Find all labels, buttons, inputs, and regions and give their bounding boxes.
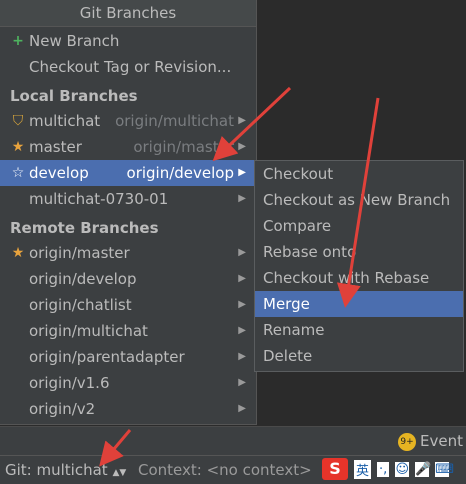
- submenu-arrow-icon: ▶: [238, 141, 246, 152]
- remote-branch-origin-master[interactable]: ★ origin/master ▶: [0, 240, 256, 266]
- branch-label: master: [29, 138, 82, 156]
- checkout-with-rebase-item[interactable]: Checkout with Rebase: [255, 265, 463, 291]
- ime-language-toggle[interactable]: 英: [354, 459, 372, 479]
- local-branch-develop[interactable]: ☆ develop origin/develop ▶: [0, 160, 256, 186]
- branch-label: origin/v1.6: [29, 374, 110, 392]
- ime-punctuation-toggle[interactable]: ·,: [377, 461, 390, 477]
- branch-label: origin/parentadapter: [29, 348, 185, 366]
- checkout-tag-item[interactable]: Checkout Tag or Revision...: [0, 54, 256, 80]
- branch-actions-submenu: Checkout Checkout as New Branch Compare …: [254, 160, 464, 372]
- git-branch-label: Git: multichat: [5, 461, 108, 479]
- local-branch-master[interactable]: ★ master origin/master ▶: [0, 134, 256, 160]
- event-log-button[interactable]: 9+Event L: [398, 432, 466, 451]
- branch-label: origin/develop: [29, 270, 137, 288]
- submenu-arrow-icon: ▶: [238, 115, 246, 126]
- tracking-branch: origin/multichat: [115, 112, 234, 130]
- rename-item[interactable]: Rename: [255, 317, 463, 343]
- checkout-as-new-branch-item[interactable]: Checkout as New Branch: [255, 187, 463, 213]
- checkout-item[interactable]: Checkout: [255, 161, 463, 187]
- branch-label: develop: [29, 164, 89, 182]
- local-branch-multichat[interactable]: ⛉ multichat origin/multichat ▶: [0, 108, 256, 134]
- compare-item[interactable]: Compare: [255, 213, 463, 239]
- remote-branches-header: Remote Branches: [10, 219, 159, 237]
- remote-branch-origin-chatlist[interactable]: origin/chatlist ▶: [0, 292, 256, 318]
- tracking-branch: origin/develop: [126, 164, 234, 182]
- event-log-label: Event L: [420, 432, 466, 450]
- new-branch-label: New Branch: [29, 32, 120, 50]
- sogou-logo-icon[interactable]: S: [322, 458, 348, 480]
- submenu-arrow-icon: ▶: [238, 351, 246, 362]
- star-outline-icon: ☆: [11, 165, 25, 181]
- keyboard-icon[interactable]: ⌨: [435, 461, 454, 477]
- branch-label: origin/master: [29, 244, 130, 262]
- tracking-branch: origin/master: [133, 138, 234, 156]
- branch-label: origin/v2: [29, 400, 96, 418]
- remote-branch-origin-v2[interactable]: origin/v2 ▶: [0, 396, 256, 422]
- branch-label: origin/chatlist: [29, 296, 132, 314]
- microphone-icon[interactable]: 🎤: [415, 461, 431, 477]
- submenu-arrow-icon: ▶: [238, 167, 246, 178]
- tag-icon: ⛉: [12, 113, 24, 129]
- rebase-onto-item[interactable]: Rebase onto: [255, 239, 463, 265]
- submenu-arrow-icon: ▶: [238, 403, 246, 414]
- local-branches-header: Local Branches: [10, 87, 138, 105]
- popup-title: Git Branches: [0, 0, 256, 27]
- git-branch-widget[interactable]: Git: multichat ▲▼: [5, 461, 126, 479]
- branch-label: multichat-0730-01: [29, 190, 169, 208]
- star-icon: ★: [11, 245, 25, 261]
- remote-branch-origin-v1-6[interactable]: origin/v1.6 ▶: [0, 370, 256, 396]
- local-branch-multichat-0730-01[interactable]: multichat-0730-01 ▶: [0, 186, 256, 212]
- remote-branch-origin-develop[interactable]: origin/develop ▶: [0, 266, 256, 292]
- submenu-arrow-icon: ▶: [238, 325, 246, 336]
- new-branch-item[interactable]: + New Branch: [0, 28, 256, 54]
- git-branches-popup: Git Branches + New Branch Checkout Tag o…: [0, 0, 257, 425]
- branch-label: origin/multichat: [29, 322, 148, 340]
- submenu-arrow-icon: ▶: [238, 377, 246, 388]
- submenu-arrow-icon: ▶: [238, 193, 246, 204]
- delete-item[interactable]: Delete: [255, 343, 463, 369]
- checkout-tag-label: Checkout Tag or Revision...: [29, 58, 232, 76]
- tool-window-bar: 9+Event L: [0, 426, 466, 455]
- event-count-badge: 9+: [398, 432, 416, 451]
- submenu-arrow-icon: ▶: [238, 247, 246, 258]
- merge-item[interactable]: Merge: [255, 291, 463, 317]
- updown-arrows-icon: ▲▼: [112, 468, 127, 478]
- emoji-icon[interactable]: ☺: [395, 461, 410, 477]
- remote-branch-origin-multichat[interactable]: origin/multichat ▶: [0, 318, 256, 344]
- context-widget[interactable]: Context: <no context>: [138, 461, 312, 479]
- submenu-arrow-icon: ▶: [238, 273, 246, 284]
- plus-icon: +: [12, 33, 24, 49]
- ime-toolbar: S 英 ·, ☺ 🎤 ⌨: [322, 458, 454, 480]
- submenu-arrow-icon: ▶: [238, 299, 246, 310]
- star-icon: ★: [11, 139, 25, 155]
- branch-label: multichat: [29, 112, 101, 130]
- remote-branch-origin-parentadapter[interactable]: origin/parentadapter ▶: [0, 344, 256, 370]
